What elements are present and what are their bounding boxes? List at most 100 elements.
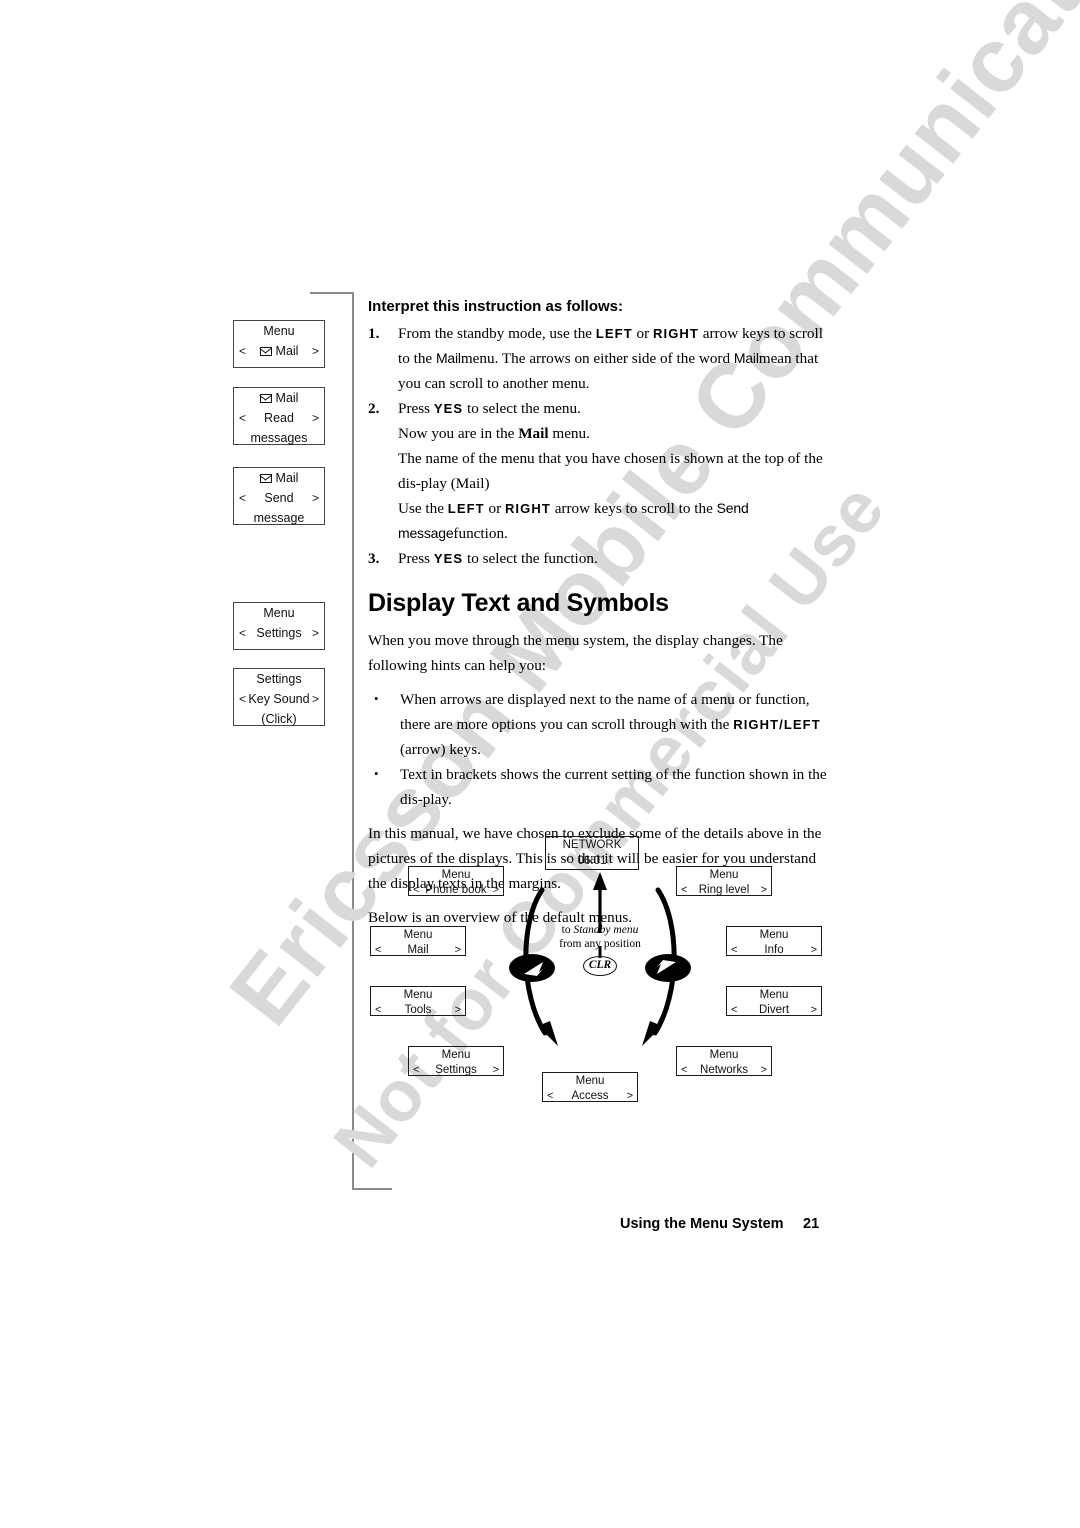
right-scroll-arrow: > [760,884,767,896]
note-prefix: to [561,924,574,936]
right-scroll-arrow: > [454,1004,461,1016]
text-run: Press [398,550,434,567]
right-scroll-arrow: > [311,626,319,640]
right-scroll-arrow: > [626,1090,633,1102]
diagram-menu-row: < Access > [543,1089,637,1104]
display-line-text: messages [250,431,308,445]
right-scroll-arrow: > [311,692,319,706]
right-arrow-key-icon [645,954,691,982]
text-run: to select the menu. [463,400,581,417]
left-curve-arrowhead [538,1021,558,1046]
left-scroll-arrow: < [681,884,688,896]
display-line: Send < > [234,488,324,508]
left-arrow-key-icon [509,954,555,982]
display-line-text: Menu [263,324,295,338]
text-run: (arrow) keys. [400,741,481,758]
diagram-menu-header: Menu [575,1075,605,1087]
right-scroll-arrow: > [311,344,319,358]
margin-display-box-settings-key-sound: Settings Key Sound < > (Click) [233,668,325,726]
display-line: Settings < > [234,623,324,643]
diagram-menu-box-mail: Menu < Mail > [370,926,466,956]
left-scroll-arrow: < [239,491,247,505]
text-run: or [632,325,653,342]
text-run: Mail [733,350,759,366]
right-scroll-arrow: > [760,1064,767,1076]
bullet-marker: • [374,766,379,781]
display-line: Key Sound < > [234,689,324,709]
display-line-text: Read [264,411,294,425]
left-scroll-arrow: < [375,1004,382,1016]
step-2-detail-3: Use the LEFT or RIGHT arrow keys to scro… [398,496,836,546]
right-scroll-arrow: > [311,411,319,425]
diagram-menu-row: < Phone book > [409,883,503,898]
display-line: Mail [234,468,324,488]
diagram-menu-label: Access [571,1090,609,1102]
document-page: Ericsson Mobile Communications AB Not fo… [0,0,1080,1528]
menu-map-diagram: NETWORK 06:01 to Standby menu from any p… [360,828,840,1118]
step-2-detail-2: The name of the menu that you have chose… [398,446,836,496]
margin-rule-bottom [352,1188,392,1190]
left-scroll-arrow: < [681,1064,688,1076]
display-line-text: Key Sound [248,692,310,706]
clr-button[interactable]: CLR [583,956,617,976]
display-line-text: Mail [259,344,298,358]
step-text: From the standby mode, use the LEFT or R… [398,325,823,392]
display-line: Mail [234,388,324,408]
text-run: From the standby mode, use the [398,325,596,342]
margin-display-box-mail-send-message: Mail Send < > message [233,467,325,525]
display-line: message [234,508,324,528]
step-number: 2. [368,400,380,417]
diagram-menu-header: Menu [403,989,433,1001]
display-line-text: Mail [259,471,298,485]
display-line: Menu [234,321,324,341]
diagram-menu-box-phone-book: Menu < Phone book > [408,866,504,896]
left-scroll-arrow: < [239,411,247,425]
envelope-icon [259,394,272,403]
instruction-step-3: 3. Press YES to select the function. [368,546,836,571]
text-run: Text in brackets shows the current setti… [400,766,827,808]
display-line: Read < > [234,408,324,428]
left-scroll-arrow: < [239,344,247,358]
text-run: The name of the menu that you have chose… [398,450,823,492]
diagram-menu-label: Info [764,944,784,956]
text-run: arrow keys to scroll to the [550,500,717,517]
right-scroll-arrow: > [454,944,461,956]
right-curve-arrowhead [642,1021,662,1046]
diagram-menu-row: < Info > [727,943,821,958]
diagram-menu-box-tools: Menu < Tools > [370,986,466,1016]
diagram-menu-label: Networks [700,1064,748,1076]
left-scroll-arrow: < [547,1090,554,1102]
display-line-text: Mail [259,391,298,405]
text-run: YES [433,551,464,566]
left-scroll-arrow: < [375,944,382,956]
standby-display-box: NETWORK 06:01 [545,836,639,870]
text-run: Press [398,400,434,417]
text-run: LEFT [447,501,485,516]
hint-bullet-text: When arrows are displayed next to the na… [400,691,821,758]
hint-bullet-item: • Text in brackets shows the current set… [368,762,836,812]
diagram-menu-label: Divert [758,1004,790,1016]
text-run: Now you are in the [398,425,519,442]
instruction-step-1: 1. From the standby mode, use the LEFT o… [368,321,836,396]
right-scroll-arrow: > [311,491,319,505]
left-scroll-arrow: < [239,626,247,640]
section-heading: Interpret this instruction as follows: [368,298,624,315]
standby-instruction-note: to Standby menu from any position [535,923,665,951]
margin-rule-top [310,292,354,294]
diagram-menu-header: Menu [709,869,739,881]
hint-bullet-list: • When arrows are displayed next to the … [368,687,836,812]
diagram-menu-label: Ring level [698,884,750,896]
diagram-menu-row: < Mail > [371,943,465,958]
margin-rule-vertical [352,292,354,1190]
step-text: Press YES to select the menu. [398,400,581,417]
text-run: Use the [398,500,448,517]
diagram-menu-label: Tools [404,1004,432,1016]
note-suffix: from any position [559,938,641,950]
diagram-menu-row: < Networks > [677,1063,771,1078]
text-run: RIGHT [653,326,699,341]
margin-display-box-mail-menu: Menu Mail < > [233,320,325,368]
diagram-menu-label: Mail [407,944,429,956]
step-number: 1. [368,325,380,342]
text-run: Mail [435,350,461,366]
right-scroll-arrow: > [492,884,499,896]
